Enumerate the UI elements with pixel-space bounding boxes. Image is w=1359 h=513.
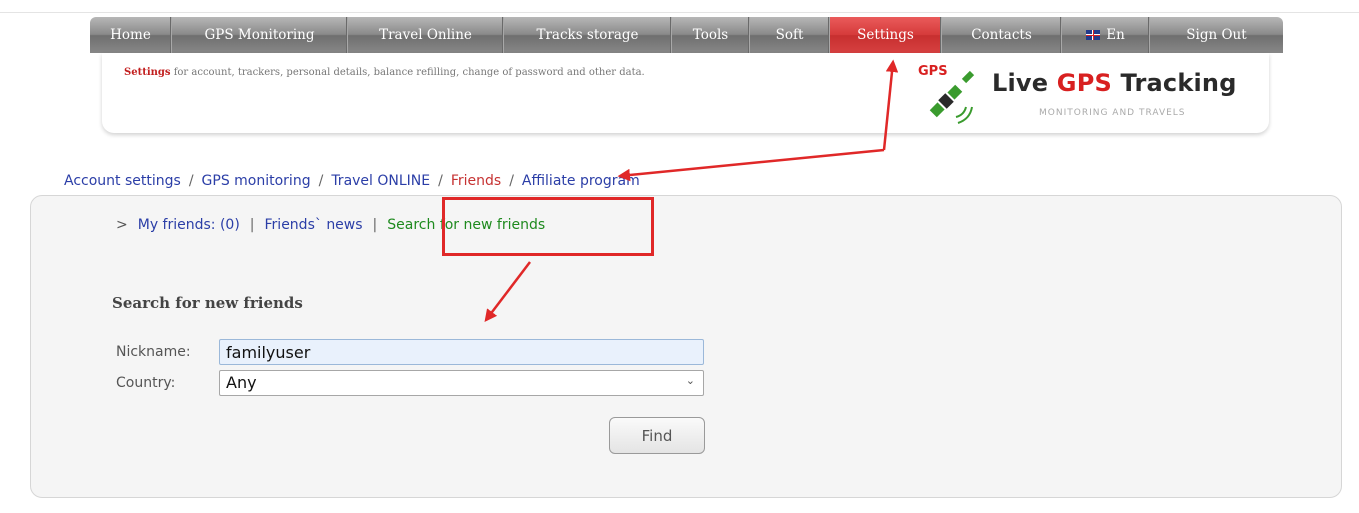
top-divider [0,12,1359,13]
nav-sign-out[interactable]: Sign Out [1150,17,1283,53]
breadcrumb-friends[interactable]: Friends [451,173,501,189]
my-friends-link[interactable]: My friends: (0) [138,217,240,233]
nickname-input[interactable] [219,339,704,365]
uk-flag-icon [1086,30,1101,40]
nav-gps-monitoring[interactable]: GPS Monitoring [172,17,348,53]
nav-home[interactable]: Home [90,17,172,53]
logo-badge: GPS [918,64,948,79]
breadcrumb-affiliate-program[interactable]: Affiliate program [522,173,640,189]
breadcrumb-account-settings[interactable]: Account settings [64,173,181,189]
subnav-marker: > [116,217,128,233]
header-desc-text: for account, trackers, personal details,… [170,67,645,78]
country-select-value: Any [226,373,257,392]
country-select[interactable]: Any ⌄ [219,370,704,396]
header-desc-strong: Settings [124,67,171,78]
language-label: En [1106,27,1125,43]
nav-settings[interactable]: Settings [830,17,942,53]
nickname-label: Nickname: [116,344,191,360]
nav-tools[interactable]: Tools [672,17,750,53]
logo-subtitle: MONITORING AND TRAVELS [1039,108,1186,118]
annotation-highlight-box [442,197,654,256]
breadcrumb-travel-online[interactable]: Travel ONLINE [331,173,430,189]
header-description: Settings for account, trackers, personal… [124,67,645,78]
friends-news-link[interactable]: Friends` news [265,217,363,233]
satellite-logo-icon: GPS [918,64,975,124]
nav-contacts[interactable]: Contacts [942,17,1062,53]
logo-title: Live GPS Tracking [992,69,1237,97]
nav-travel-online[interactable]: Travel Online [348,17,504,53]
breadcrumb: Account settings / GPS monitoring / Travel O… [64,173,640,189]
nav-tracks-storage[interactable]: Tracks storage [504,17,672,53]
arrow-to-friends [617,148,885,182]
main-nav: Home GPS Monitoring Travel Online Tracks… [90,17,1283,53]
header-card: Settings for account, trackers, personal… [102,53,1269,133]
nav-soft[interactable]: Soft [750,17,830,53]
chevron-down-icon: ⌄ [685,374,695,387]
breadcrumb-gps-monitoring[interactable]: GPS monitoring [202,173,311,189]
find-button[interactable]: Find [609,417,705,454]
nav-language[interactable]: En [1062,17,1150,53]
country-label: Country: [116,375,176,391]
section-title: Search for new friends [112,294,303,312]
site-logo[interactable]: GPS Live GPS Tracking MONITORING AND TRA… [914,61,1259,129]
